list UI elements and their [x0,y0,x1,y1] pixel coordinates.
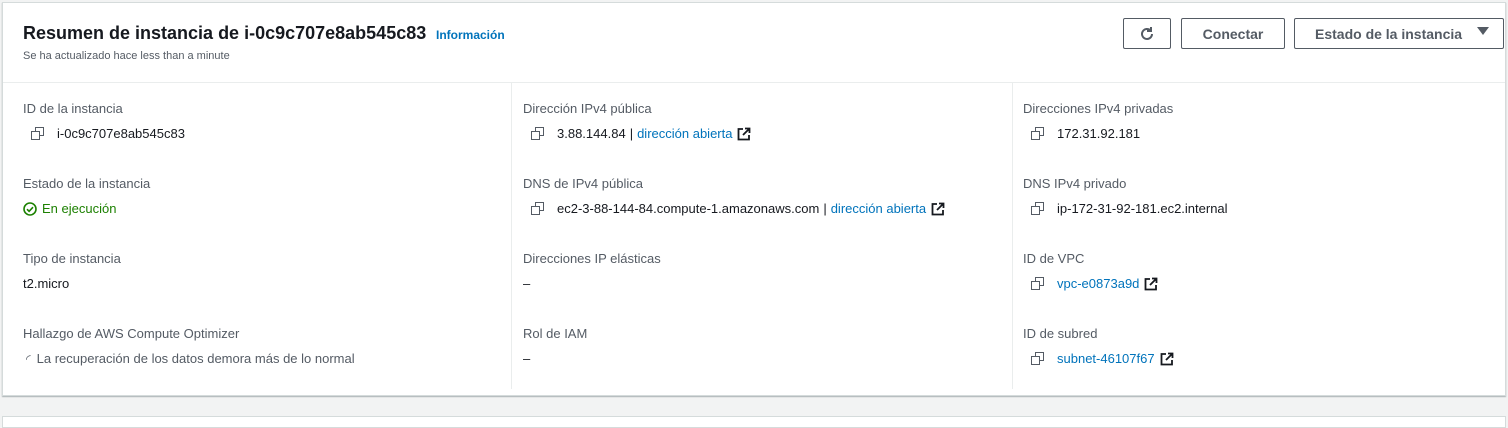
refresh-icon [1141,26,1153,40]
panel-header: Resumen de instancia de i-0c9c707e8ab545… [3,3,1505,83]
caret-down-icon [1477,27,1489,35]
field-label: Direcciones IP elásticas [523,251,661,266]
copy-icon[interactable] [31,126,45,141]
external-link-icon[interactable] [1160,352,1174,366]
copy-icon[interactable] [1031,201,1045,216]
external-link-icon[interactable] [737,127,751,141]
instance-summary-panel: Resumen de instancia de i-0c9c707e8ab545… [2,2,1506,396]
instance-state-value: En ejecución [42,201,117,216]
page-title: Resumen de instancia de i-0c9c707e8ab545… [23,23,427,43]
open-address-link[interactable]: dirección abierta [637,126,732,141]
elastic-ips-value: – [523,276,531,291]
field-label: Rol de IAM [523,326,588,341]
public-dns-value: ec2-3-88-144-84.compute-1.amazonaws.com [557,201,820,216]
private-dns-value: ip-172-31-92-181.ec2.internal [1057,201,1228,216]
copy-icon[interactable] [1031,351,1045,366]
open-address-link[interactable]: dirección abierta [831,201,926,216]
field-label: Direcciones IPv4 privadas [1023,101,1174,116]
field-label: ID de la instancia [23,101,123,116]
vpc-id-link[interactable]: vpc-e0873a9d [1057,276,1139,291]
external-link-icon[interactable] [931,202,945,216]
field-label: Tipo de instancia [23,251,121,266]
external-link-icon[interactable] [1144,277,1158,291]
info-link[interactable]: Información [436,28,505,42]
connect-button[interactable]: Conectar [1181,18,1285,49]
details-column-1: ID de la instancia i-0c9c707e8ab545c83 E… [3,83,512,389]
field-label: ID de subred [1023,326,1098,341]
next-panel-edge [2,416,1506,428]
copy-icon[interactable] [531,201,545,216]
instance-state-dropdown-label: Estado de la instancia [1315,25,1463,42]
copy-icon[interactable] [1031,276,1045,291]
field-label: ID de VPC [1023,251,1085,266]
field-label: DNS IPv4 privado [1023,176,1127,191]
field-label: Estado de la instancia [23,176,151,191]
private-ipv4-value: 172.31.92.181 [1057,126,1141,141]
subnet-id-link[interactable]: subnet-46107f67 [1057,351,1155,366]
refresh-button[interactable] [1123,18,1171,49]
copy-icon[interactable] [531,126,545,141]
details-column-3: Direcciones IPv4 privadas 172.31.92.181 … [1013,83,1505,389]
iam-role-value: – [523,351,531,366]
field-label: Dirección IPv4 pública [523,101,652,116]
instance-state-dropdown[interactable]: Estado de la instancia [1294,18,1504,49]
spinner-icon: ◜ [26,351,31,366]
compute-optimizer-value: La recuperación de los datos demora más … [36,351,355,366]
details-column-2: Dirección IPv4 pública 3.88.144.84 | dir… [512,83,1013,389]
copy-icon[interactable] [1031,126,1045,141]
last-updated-text: Se ha actualizado hace less than a minut… [23,50,230,62]
field-label: Hallazgo de AWS Compute Optimizer [23,326,240,341]
status-check-icon [23,201,37,216]
field-label: DNS de IPv4 pública [523,176,643,191]
public-ipv4-value: 3.88.144.84 [557,126,626,141]
instance-type-value: t2.micro [23,276,70,291]
instance-id-value: i-0c9c707e8ab545c83 [57,126,185,141]
